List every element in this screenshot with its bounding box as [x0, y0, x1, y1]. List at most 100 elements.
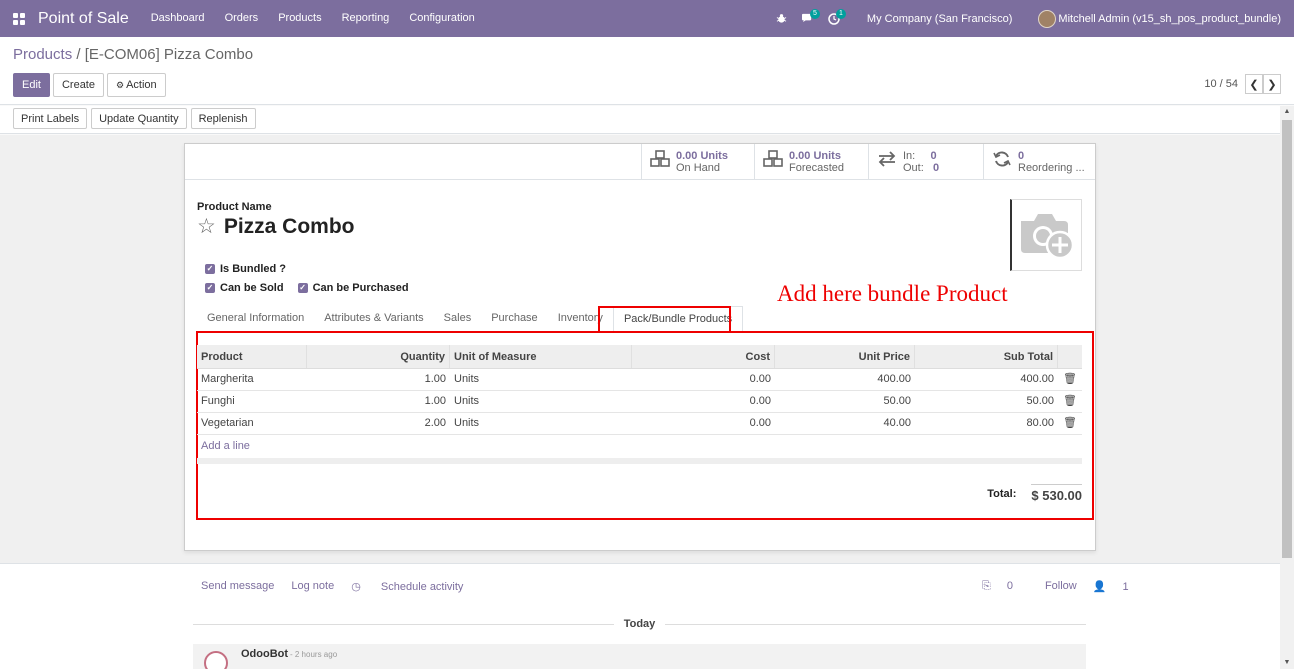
log-note-button[interactable]: Log note	[291, 580, 334, 593]
user-icon: 👤	[1092, 581, 1107, 593]
print-labels-button[interactable]: Print Labels	[13, 108, 88, 129]
update-quantity-button[interactable]: Update Quantity	[91, 108, 187, 129]
menu-configuration[interactable]: Configuration	[399, 0, 484, 37]
reordering-button[interactable]: 0 Reordering ...	[983, 144, 1095, 179]
col-quantity[interactable]: Quantity	[307, 345, 450, 368]
attachments-button[interactable]: ⎘ 0	[982, 580, 1029, 593]
cell-unit-price[interactable]: 40.00	[775, 413, 915, 434]
bug-icon[interactable]	[769, 0, 795, 37]
menu-dashboard[interactable]: Dashboard	[141, 0, 215, 37]
col-unit-price[interactable]: Unit Price	[775, 345, 915, 368]
app-brand[interactable]: Point of Sale	[38, 10, 129, 28]
smart-buttons: 0.00 Units On Hand 0.00 Units Forecasted…	[641, 144, 1095, 179]
product-image-upload[interactable]	[1010, 199, 1082, 271]
pager-previous-button[interactable]: ❮	[1245, 74, 1263, 94]
form-buttons: Edit Create ⚙ Action	[13, 73, 166, 97]
cell-subtotal: 400.00	[1020, 373, 1054, 385]
col-cost[interactable]: Cost	[632, 345, 775, 368]
vertical-scrollbar[interactable]: ▲ ▼	[1280, 106, 1294, 669]
cell-uom[interactable]: Units	[450, 369, 632, 390]
trash-icon[interactable]: 🗑	[1058, 413, 1082, 434]
menu-products[interactable]: Products	[268, 0, 331, 37]
company-switcher[interactable]: My Company (San Francisco)	[847, 13, 1039, 25]
message-author[interactable]: OdooBot	[241, 648, 288, 660]
pager-value[interactable]: 10 / 54	[1204, 78, 1238, 90]
cell-subtotal: 80.00	[1026, 417, 1054, 429]
col-actions	[1058, 345, 1082, 368]
scroll-down-icon[interactable]: ▼	[1280, 657, 1294, 669]
date-separator-label: Today	[623, 618, 656, 630]
menu-orders[interactable]: Orders	[215, 0, 269, 37]
table-footer	[197, 458, 1082, 464]
activity-clock-icon[interactable]: 1	[821, 0, 847, 37]
scroll-up-icon[interactable]: ▲	[1280, 106, 1294, 118]
form-sheet: 0.00 Units On Hand 0.00 Units Forecasted…	[184, 143, 1096, 551]
cell-unit-price[interactable]: 50.00	[775, 391, 915, 412]
add-line-link[interactable]: Add a line	[197, 435, 1082, 457]
activity-badge: 1	[836, 9, 846, 19]
menu-reporting[interactable]: Reporting	[332, 0, 400, 37]
tab-purchase[interactable]: Purchase	[481, 306, 547, 331]
cell-cost[interactable]: 0.00	[632, 369, 775, 390]
cell-product[interactable]: Funghi	[197, 391, 307, 412]
cell-cost[interactable]: 0.00	[632, 413, 775, 434]
table-row[interactable]: Margherita 1.00 Units 0.00 400.00 400.00…	[197, 369, 1082, 391]
breadcrumb-products-link[interactable]: Products	[13, 46, 72, 63]
is-bundled-checkbox[interactable]: ✓	[205, 263, 215, 274]
apps-menu-icon[interactable]	[0, 0, 38, 37]
action-button[interactable]: ⚙ Action	[107, 73, 166, 97]
create-button[interactable]: Create	[52, 73, 104, 97]
schedule-activity-button[interactable]: ◷ Schedule activity	[351, 580, 480, 593]
tab-general-information[interactable]: General Information	[197, 306, 314, 331]
tab-sales[interactable]: Sales	[434, 306, 482, 331]
col-subtotal[interactable]: Sub Total	[915, 345, 1058, 368]
chat-icon[interactable]: 5	[795, 0, 821, 37]
col-uom[interactable]: Unit of Measure	[450, 345, 632, 368]
tab-highlight-box	[598, 306, 731, 333]
in-out-button[interactable]: In: 0 Out: 0	[868, 144, 983, 179]
on-hand-label: On Hand	[676, 161, 721, 174]
favorite-star-icon[interactable]: ☆	[197, 214, 216, 239]
cell-uom[interactable]: Units	[450, 391, 632, 412]
cell-product[interactable]: Vegetarian	[197, 413, 307, 434]
trash-icon[interactable]: 🗑	[1058, 369, 1082, 390]
reordering-value: 0	[1018, 149, 1025, 162]
table-header: Product Quantity Unit of Measure Cost Un…	[197, 345, 1082, 369]
follow-button[interactable]: Follow	[1045, 580, 1077, 593]
cell-unit-price[interactable]: 400.00	[775, 369, 915, 390]
reordering-label: Reordering ...	[1018, 161, 1085, 174]
cell-uom[interactable]: Units	[450, 413, 632, 434]
schedule-activity-label: Schedule activity	[380, 581, 464, 593]
edit-button[interactable]: Edit	[13, 73, 50, 97]
user-name: Mitchell Admin (v15_sh_pos_product_bundl…	[1058, 12, 1281, 25]
user-menu[interactable]: Mitchell Admin (v15_sh_pos_product_bundl…	[1038, 9, 1294, 28]
total-value: $ 530.00	[1031, 484, 1082, 503]
cell-cost[interactable]: 0.00	[632, 391, 775, 412]
cell-quantity[interactable]: 2.00	[307, 413, 450, 434]
trash-icon[interactable]: 🗑	[1058, 391, 1082, 412]
on-hand-button[interactable]: 0.00 Units On Hand	[641, 144, 754, 179]
refresh-icon	[992, 150, 1012, 173]
cell-product[interactable]: Margherita	[197, 369, 307, 390]
cell-quantity[interactable]: 1.00	[307, 369, 450, 390]
replenish-button[interactable]: Replenish	[190, 108, 256, 129]
product-name: Pizza Combo	[223, 214, 355, 238]
cubes-icon	[763, 150, 783, 173]
scrollbar-thumb[interactable]	[1282, 120, 1292, 558]
tab-attributes-variants[interactable]: Attributes & Variants	[314, 306, 433, 331]
chevron-right-icon: ❯	[1267, 78, 1277, 91]
chatter-message: OdooBot - 2 hours ago	[193, 644, 1086, 669]
send-message-button[interactable]: Send message	[201, 580, 274, 593]
table-row[interactable]: Vegetarian 2.00 Units 0.00 40.00 80.00 🗑	[197, 413, 1082, 435]
form-statusbar: Print Labels Update Quantity Replenish	[0, 106, 1280, 134]
table-row[interactable]: Funghi 1.00 Units 0.00 50.00 50.00 🗑	[197, 391, 1082, 413]
forecasted-button[interactable]: 0.00 Units Forecasted	[754, 144, 868, 179]
can-be-purchased-checkbox[interactable]: ✓	[297, 282, 308, 293]
date-separator: Today	[193, 617, 1087, 631]
col-product[interactable]: Product	[197, 345, 307, 368]
pager-next-button[interactable]: ❯	[1263, 74, 1281, 94]
cell-quantity[interactable]: 1.00	[307, 391, 450, 412]
product-checkboxes: ✓ Is Bundled ? ✓ Can be Sold ✓ Can be Pu…	[205, 259, 423, 297]
can-be-sold-checkbox[interactable]: ✓	[205, 282, 215, 293]
followers-button[interactable]: 👤 1	[1093, 580, 1145, 593]
